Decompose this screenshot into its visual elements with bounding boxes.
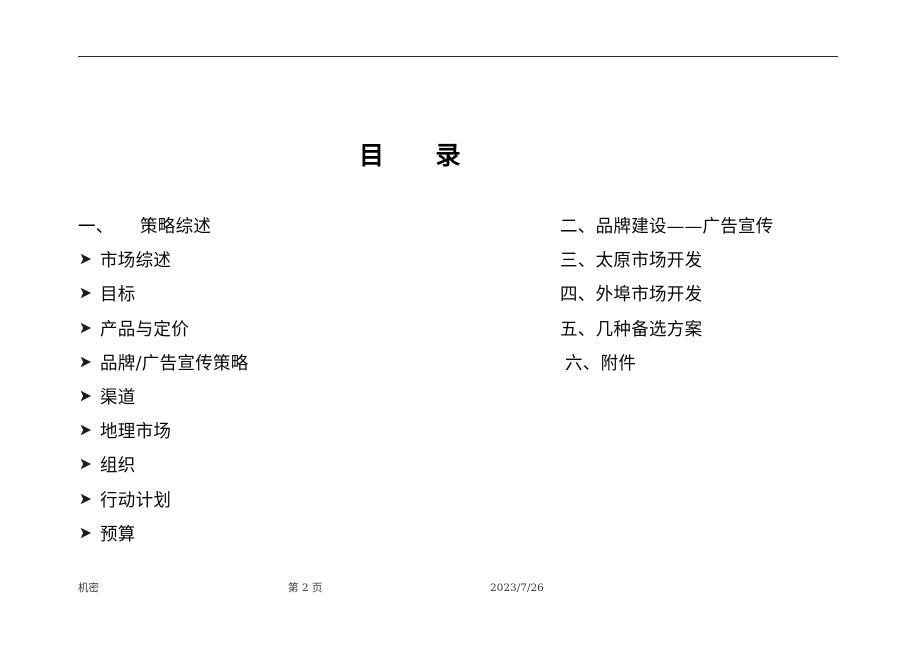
- arrowhead-bullet-icon: [78, 456, 100, 472]
- toc-item-label: 策略综述: [140, 217, 212, 237]
- header-rule-divider: [78, 56, 838, 57]
- toc-item-label: 渠道: [100, 387, 136, 408]
- toc-item-label: 市场综述: [100, 251, 172, 272]
- toc-item-label: 二、品牌建设——广告宣传: [560, 217, 774, 237]
- toc-item-label: 预算: [100, 524, 136, 545]
- footer-date: 2023/7/26: [490, 582, 544, 594]
- toc-item-label: 行动计划: [100, 490, 172, 511]
- toc-item-outbound-market-development[interactable]: 四、外埠市场开发: [560, 284, 900, 318]
- toc-item-numeral: 一、: [78, 217, 114, 237]
- arrowhead-bullet-icon: [78, 491, 100, 507]
- arrowhead-bullet-icon: [78, 251, 100, 267]
- toc-item-budget[interactable]: 预算: [78, 524, 518, 558]
- toc-left-column: 一、 策略综述 市场综述 目标 产品与定价 品牌/广告宣传策略 渠道 地理市场 …: [78, 216, 518, 558]
- footer-confidentiality-label: 机密: [78, 582, 99, 594]
- toc-item-product-pricing[interactable]: 产品与定价: [78, 319, 518, 353]
- arrowhead-bullet-icon: [78, 285, 100, 301]
- toc-item-organization[interactable]: 组织: [78, 455, 518, 489]
- toc-item-label: 产品与定价: [100, 319, 189, 340]
- document-page: 目 录 一、 策略综述 市场综述 目标 产品与定价 品牌/广告宣传策略 渠道 地…: [0, 0, 920, 651]
- toc-item-label: 组织: [100, 456, 136, 477]
- arrowhead-bullet-icon: [78, 388, 100, 404]
- page-footer: 机密 第 2 页 2023/7/26: [0, 581, 920, 601]
- toc-item-strategy-overview[interactable]: 一、 策略综述: [78, 216, 518, 250]
- toc-item-alternative-plans[interactable]: 五、几种备选方案: [560, 319, 900, 353]
- toc-item-label: 地理市场: [100, 422, 172, 443]
- toc-item-label: 四、外埠市场开发: [560, 285, 703, 306]
- toc-item-label: 五、几种备选方案: [560, 319, 703, 340]
- toc-item-label: 品牌/广告宣传策略: [100, 353, 249, 374]
- toc-item-market-overview[interactable]: 市场综述: [78, 250, 518, 284]
- toc-item-brand-building-advertising[interactable]: 二、品牌建设——广告宣传: [560, 216, 900, 250]
- toc-item-label: 六、附件: [565, 353, 637, 374]
- toc-right-column: 二、品牌建设——广告宣传 三、太原市场开发 四、外埠市场开发 五、几种备选方案 …: [560, 216, 900, 387]
- toc-item-action-plan[interactable]: 行动计划: [78, 490, 518, 524]
- toc-item-taiyuan-market-development[interactable]: 三、太原市场开发: [560, 250, 900, 284]
- arrowhead-bullet-icon: [78, 320, 100, 336]
- toc-item-channel[interactable]: 渠道: [78, 387, 518, 421]
- arrowhead-bullet-icon: [78, 525, 100, 541]
- footer-page-number: 第 2 页: [288, 582, 323, 594]
- page-title: 目 录: [358, 141, 461, 170]
- toc-item-label: 目标: [100, 285, 136, 306]
- arrowhead-bullet-icon: [78, 354, 100, 370]
- arrowhead-bullet-icon: [78, 422, 100, 438]
- toc-item-geographic-market[interactable]: 地理市场: [78, 421, 518, 455]
- toc-item-brand-advertising-strategy[interactable]: 品牌/广告宣传策略: [78, 353, 518, 387]
- toc-item-appendix[interactable]: 六、附件: [560, 353, 900, 387]
- toc-item-objectives[interactable]: 目标: [78, 284, 518, 318]
- toc-item-label: 三、太原市场开发: [560, 251, 703, 272]
